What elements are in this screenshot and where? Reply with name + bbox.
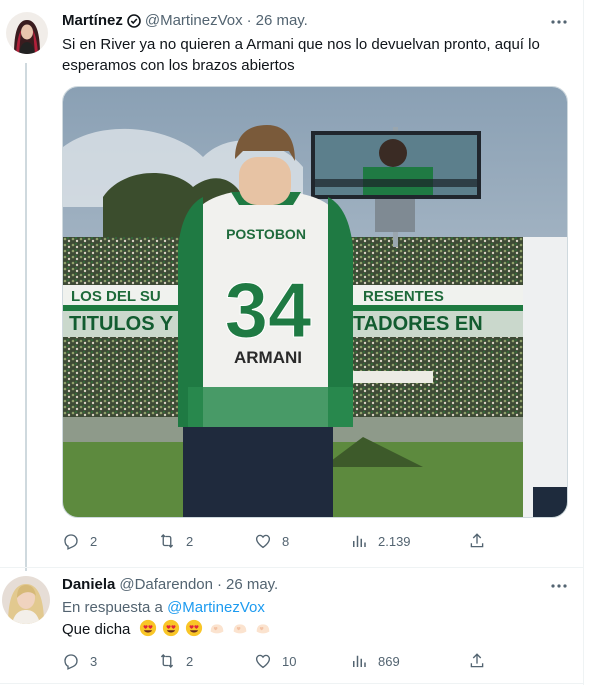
views-icon <box>353 655 366 667</box>
author-name[interactable]: Martínez <box>62 12 123 29</box>
like-icon <box>255 534 271 549</box>
more-icon[interactable] <box>549 12 569 32</box>
tweet-header: Daniela @Dafarendon · 26 may. <box>62 576 278 593</box>
author-handle[interactable]: @Dafarendon <box>119 576 213 593</box>
separator-dot: · <box>246 12 252 29</box>
verified-icon <box>127 13 141 28</box>
retweet-count: 2 <box>186 653 194 669</box>
heart-hands-emoji-icon <box>210 624 224 634</box>
tweet-actions: 2 2 8 2.139 <box>62 532 502 552</box>
reply-button[interactable]: 2 <box>62 532 97 550</box>
heart-hands-emoji-icon <box>233 624 247 634</box>
jersey-number: 34 <box>225 266 312 354</box>
banner-text: TADORES EN <box>353 313 483 335</box>
tweet-header: Martínez @MartinezVox · 26 may. <box>62 12 308 29</box>
heart-eyes-emoji-icon <box>162 619 179 637</box>
banner-text: RESENTES <box>363 288 444 305</box>
reply-count: 3 <box>90 653 98 669</box>
share-icon <box>470 533 484 548</box>
views-button[interactable]: 869 <box>350 652 400 670</box>
share-button[interactable] <box>468 532 486 550</box>
reply-context: En respuesta a @MartinezVox <box>62 599 265 616</box>
like-button[interactable]: 10 <box>254 652 296 670</box>
retweet-count: 2 <box>186 533 194 549</box>
reply-mention-link[interactable]: @MartinezVox <box>167 599 265 616</box>
tweet-text-container: Que dicha <box>62 619 562 640</box>
tweet-actions: 3 2 10 869 <box>62 652 502 672</box>
reply-count: 2 <box>90 533 98 549</box>
share-button[interactable] <box>468 652 486 670</box>
like-count: 8 <box>282 533 290 549</box>
banner-text: LOS DEL SU <box>71 288 161 305</box>
tweet-photo[interactable]: TITULOS Y TADORES EN LOS DEL SU RESENTES <box>62 86 568 518</box>
jersey-brand: POSTOBON <box>226 226 306 242</box>
reply-icon <box>64 534 78 550</box>
avatar[interactable] <box>6 12 48 54</box>
view-count: 869 <box>378 653 400 669</box>
jersey-name: ARMANI <box>234 348 302 367</box>
heart-eyes-emoji-icon <box>185 619 203 637</box>
views-icon <box>353 535 366 547</box>
heart-eyes-emoji-icon <box>139 619 156 637</box>
retweet-icon <box>160 534 174 548</box>
author-handle[interactable]: @MartinezVox <box>145 12 243 29</box>
separator-dot: · <box>216 576 222 593</box>
tweet[interactable]: Daniela @Dafarendon · 26 may. En respues… <box>0 567 584 684</box>
share-icon <box>470 653 484 668</box>
reply-icon <box>64 654 78 670</box>
more-icon[interactable] <box>549 576 569 596</box>
thread-line <box>25 63 27 571</box>
view-count: 2.139 <box>378 533 411 549</box>
banner-text: TITULOS Y <box>69 313 174 335</box>
retweet-button[interactable]: 2 <box>158 652 193 670</box>
reply-prefix: En respuesta a <box>62 599 163 616</box>
heart-hands-emoji-icon <box>257 624 270 634</box>
tweet-text: Que dicha <box>62 621 131 638</box>
emoji-group <box>139 619 274 638</box>
reply-button[interactable]: 3 <box>62 652 97 670</box>
tweet-date[interactable]: 26 may. <box>256 12 308 29</box>
like-button[interactable]: 8 <box>254 532 289 550</box>
tweet-date[interactable]: 26 may. <box>226 576 278 593</box>
tweet-text: Si en River ya no quieren a Armani que n… <box>62 36 540 74</box>
retweet-button[interactable]: 2 <box>158 532 193 550</box>
retweet-icon <box>160 654 174 668</box>
views-button[interactable]: 2.139 <box>350 532 411 550</box>
like-icon <box>255 654 271 669</box>
tweet[interactable]: Martínez @MartinezVox · 26 may. Si en Ri… <box>0 0 584 571</box>
avatar[interactable] <box>2 576 50 624</box>
author-name[interactable]: Daniela <box>62 576 115 593</box>
like-count: 10 <box>282 653 297 669</box>
